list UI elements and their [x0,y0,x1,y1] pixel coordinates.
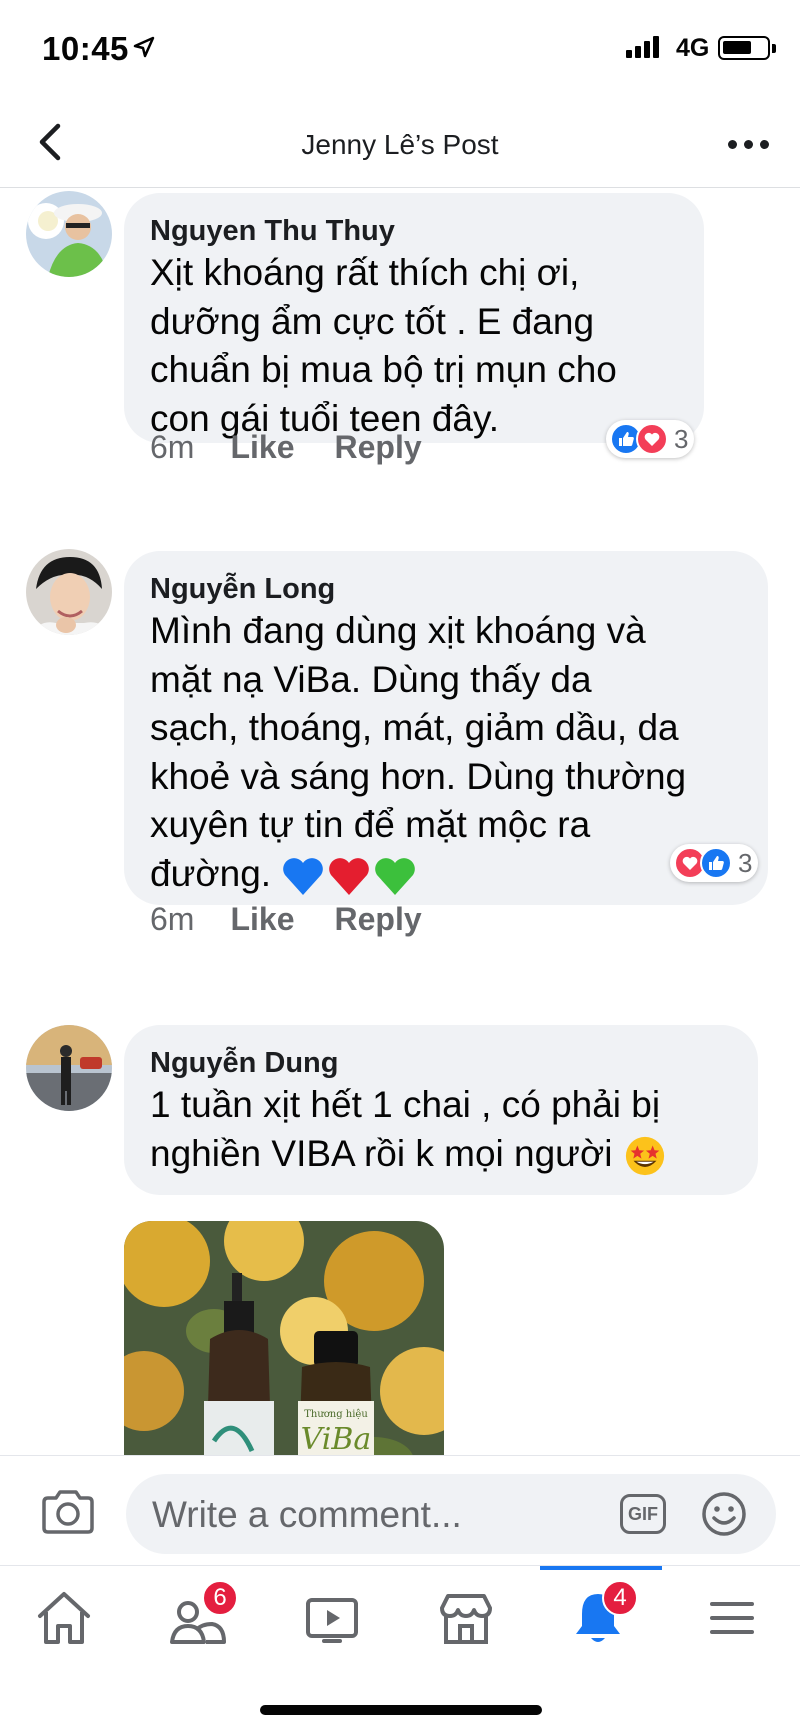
more-options-button[interactable] [728,136,772,152]
comment-time: 6m [150,901,195,937]
avatar[interactable] [26,1025,112,1111]
page-title: Jenny Lê’s Post [301,129,499,160]
avatar[interactable] [26,191,112,277]
status-bar: 10:45 4G [0,0,800,100]
heart-emojis [281,855,417,897]
red-heart-icon [329,857,370,895]
camera-icon[interactable] [40,1488,96,1536]
reaction-count: 3 [738,847,753,878]
like-button[interactable]: Like [230,901,294,938]
marketplace-store-icon [440,1594,492,1644]
menu-hamburger-icon [710,1602,754,1634]
avatar[interactable] [26,549,112,635]
friends-badge: 6 [202,1580,238,1616]
tab-friends[interactable]: 6 [166,1580,238,1656]
comment-text: 1 tuần xịt hết 1 chai , có phải bị nghiề… [150,1081,732,1178]
tab-notifications[interactable]: 4 [566,1580,638,1656]
reaction-summary[interactable]: 3 [606,420,695,458]
green-heart-icon [375,857,416,895]
watch-video-icon [306,1598,358,1643]
battery-icon [718,36,776,60]
like-button[interactable]: Like [230,429,294,466]
svg-text:ViBa: ViBa [301,1422,372,1455]
love-reaction-icon [636,423,668,455]
active-tab-indicator [540,1566,662,1570]
comment-text: Xịt khoáng rất thích chị ơi, dưỡng ẩm cự… [150,252,617,439]
comment-input[interactable]: Write a comment... GIF [126,1474,776,1554]
blue-heart-icon [283,857,324,895]
comment-actions: 6m Like Reply [150,901,462,938]
home-icon [38,1592,90,1644]
write-comment-bar: Write a comment... GIF [0,1455,800,1565]
post-header: Jenny Lê’s Post [0,100,800,188]
comment-bubble[interactable]: Nguyen Thu Thuy Xịt khoáng rất thích chị… [124,193,704,443]
comment-time: 6m [150,429,195,465]
home-indicator [260,1705,542,1715]
comment-author[interactable]: Nguyễn Long [150,571,742,607]
tab-marketplace[interactable] [434,1586,504,1656]
comment-bubble[interactable]: Nguyễn Dung 1 tuần xịt hết 1 chai , có p… [124,1025,758,1195]
like-reaction-icon [700,847,732,879]
signal-icon [626,36,659,58]
comment-bubble[interactable]: Nguyễn Long Mình đang dùng xịt khoáng và… [124,551,768,905]
comment-input-placeholder: Write a comment... [152,1494,462,1535]
tab-menu[interactable] [700,1586,770,1656]
reply-button[interactable]: Reply [334,901,421,938]
tab-home[interactable] [32,1586,102,1656]
status-time: 10:45 [42,30,129,67]
notifications-badge: 4 [602,1580,638,1616]
location-arrow-icon [133,36,155,58]
comment-photo[interactable]: Thương hiệu ViBa [124,1221,444,1455]
comment-author[interactable]: Nguyen Thu Thuy [150,213,678,249]
emoji-icon[interactable] [700,1490,748,1538]
bottom-tab-bar: 6 4 [0,1565,800,1732]
comment-text: Mình đang dùng xịt khoáng và mặt nạ ViBa… [150,607,742,898]
tab-watch[interactable] [300,1586,370,1656]
comments-feed[interactable]: Nguyen Thu Thuy Xịt khoáng rất thích chị… [0,189,800,1455]
star-struck-emoji-icon [625,1136,664,1175]
gif-button[interactable]: GIF [620,1494,666,1534]
comment-author[interactable]: Nguyễn Dung [150,1045,732,1081]
reaction-count: 3 [674,423,689,454]
reaction-summary[interactable]: 3 [670,844,759,882]
network-type: 4G [676,34,710,62]
reply-button[interactable]: Reply [334,429,421,466]
comment-actions: 6m Like Reply [150,429,462,466]
svg-text:Thương hiệu: Thương hiệu [304,1409,368,1420]
